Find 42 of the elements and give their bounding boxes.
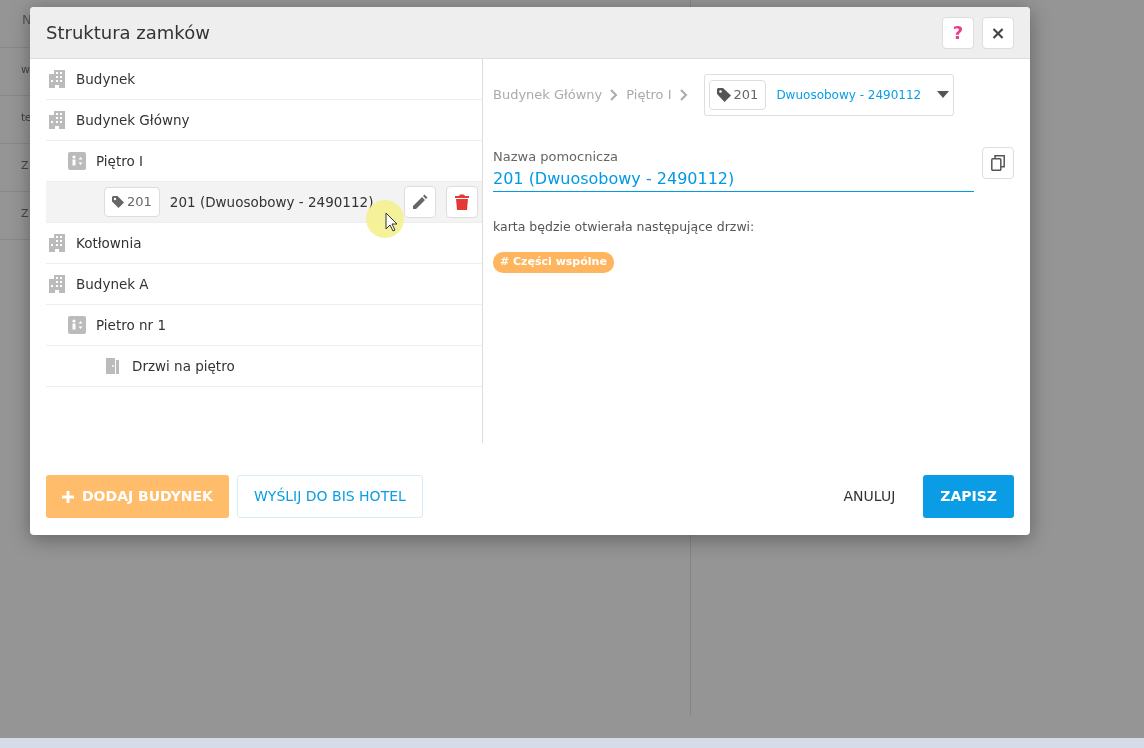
close-button[interactable]: × [982,16,1014,49]
help-button[interactable]: ? [942,16,974,49]
copy-button[interactable] [982,147,1014,179]
trash-icon [455,194,469,210]
tree-label: Pietro nr 1 [96,315,167,335]
select-value: Dwuosobowy - 2490112 [776,87,923,104]
tree-label: Budynek [76,69,137,89]
copy-icon [991,155,1005,171]
chevron-icon [679,89,688,101]
elevator-icon [68,152,86,170]
caret-icon [936,91,949,99]
tree-label: Drzwi na piętro [132,356,236,376]
tree-item[interactable]: Budynek A [46,264,482,305]
building-icon [48,70,66,88]
field-label: Nazwa pomocnicza [493,148,619,166]
room-select[interactable]: 201 Dwuosobowy - 2490112 [703,74,954,116]
tree-label: 201 (Dwuosobowy - 2490112) [169,192,375,212]
tree-item[interactable]: Budynek [46,59,482,100]
doors-label: karta będzie otwierała następujące drzwi: [493,217,756,236]
tree-label: Piętro I [96,151,144,171]
delete-button[interactable] [446,186,478,218]
tree-item[interactable]: Pietro nr 1 [46,305,482,346]
door-icon [104,357,122,375]
tag-icon [112,196,124,208]
tree-label: Budynek Główny [76,110,191,130]
tree-item[interactable]: 201 201 (Dwuosobowy - 2490112) [46,182,482,223]
building-icon [48,275,66,293]
tree-item[interactable]: Drzwi na piętro [46,346,482,387]
building-icon [48,111,66,129]
tree-label: Kotłownia [76,233,143,253]
building-icon [48,234,66,252]
tree-label: Budynek A [76,274,150,294]
chevron-icon [610,89,619,101]
edit-button[interactable] [404,186,436,218]
tree-item[interactable]: Budynek Główny [46,100,482,141]
tag-text: 201 [733,86,759,105]
door-tag: # Części wspólne [493,252,614,273]
pencil-icon [412,194,428,210]
plus-icon [62,490,74,503]
elevator-icon [68,316,86,334]
tag-icon [716,88,731,102]
tag-text: 201 [127,193,152,212]
